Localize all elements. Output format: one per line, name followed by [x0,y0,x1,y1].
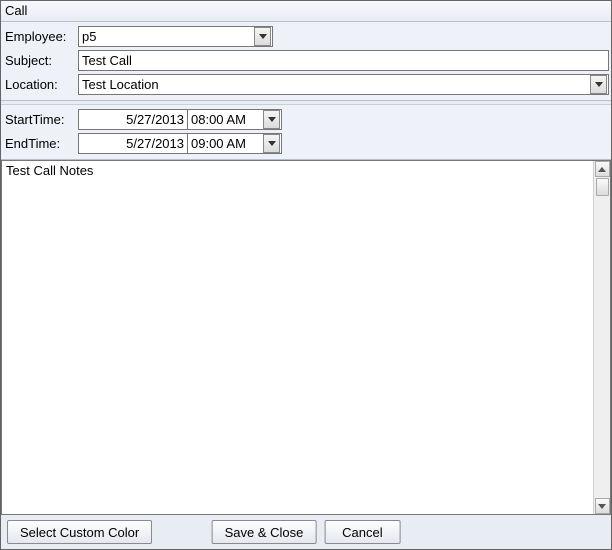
subject-label: Subject: [3,53,78,68]
save-close-button[interactable]: Save & Close [212,520,317,544]
start-time-dropdown-button[interactable] [263,110,280,129]
end-time-dropdown-button[interactable] [263,134,280,153]
time-fields-section: StartTime: 5/27/2013 08:00 AM EndTime: 5… [1,104,611,160]
end-date-value: 5/27/2013 [126,136,184,151]
chevron-down-icon [259,34,267,39]
start-time-combobox[interactable]: 08:00 AM [187,109,282,130]
subject-value: Test Call [82,53,132,68]
scroll-down-button[interactable] [595,498,610,514]
window-title: Call [1,1,611,21]
chevron-up-icon [598,167,606,172]
chevron-down-icon [268,141,276,146]
employee-value: p5 [82,29,96,44]
starttime-label: StartTime: [3,112,78,127]
chevron-down-icon [595,82,603,87]
call-dialog: Call Employee: p5 Subject: Test Call Loc… [0,0,612,550]
scroll-up-button[interactable] [595,161,610,177]
employee-combobox[interactable]: p5 [78,26,273,47]
scrollbar-thumb[interactable] [596,178,609,196]
location-value: Test Location [82,77,159,92]
employee-dropdown-button[interactable] [254,27,271,46]
end-time-value: 09:00 AM [191,136,246,151]
notes-container: Test Call Notes [1,160,611,515]
chevron-down-icon [268,117,276,122]
endtime-label: EndTime: [3,136,78,151]
end-date-input[interactable]: 5/27/2013 [78,133,188,154]
main-fields-section: Employee: p5 Subject: Test Call Location… [1,21,611,101]
start-time-value: 08:00 AM [191,112,246,127]
select-custom-color-button[interactable]: Select Custom Color [7,520,152,544]
notes-textarea[interactable]: Test Call Notes [2,161,593,514]
end-time-combobox[interactable]: 09:00 AM [187,133,282,154]
location-label: Location: [3,77,78,92]
location-combobox[interactable]: Test Location [78,74,609,95]
start-date-value: 5/27/2013 [126,112,184,127]
cancel-button[interactable]: Cancel [324,520,400,544]
location-dropdown-button[interactable] [590,75,607,94]
chevron-down-icon [598,504,606,509]
employee-label: Employee: [3,29,78,44]
subject-input[interactable]: Test Call [78,50,609,71]
dialog-footer: Select Custom Color Save & Close Cancel [1,515,611,549]
scrollbar-track[interactable] [596,177,609,498]
start-date-input[interactable]: 5/27/2013 [78,109,188,130]
notes-scrollbar[interactable] [593,161,610,514]
